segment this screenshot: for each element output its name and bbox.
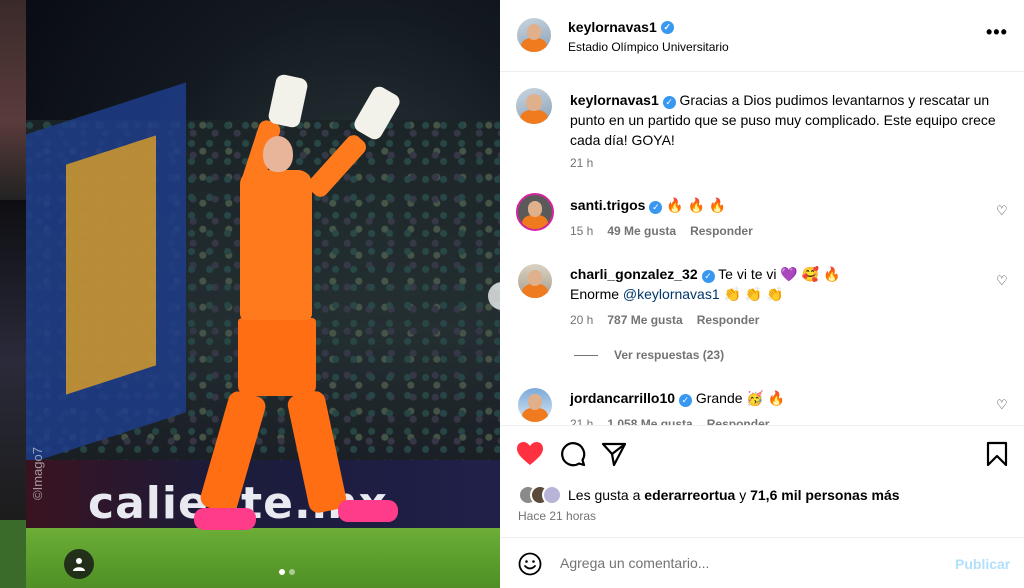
post-timestamp[interactable]: Hace 21 horas: [518, 509, 596, 523]
comment-item: santi.trigos ✓ 🔥 🔥 🔥: [570, 195, 1008, 215]
comment-text: Te vi te vi 💜 🥰 🔥: [718, 266, 841, 282]
comment-emojis: 👏 👏 👏: [723, 286, 784, 302]
heart-filled-icon[interactable]: [516, 441, 544, 467]
carousel-dot: [289, 569, 295, 575]
share-icon[interactable]: [601, 441, 627, 467]
background-post-fragment: [0, 0, 26, 200]
comment-username[interactable]: jordancarrillo10: [570, 390, 675, 406]
post-author: keylornavas1 ✓: [568, 19, 674, 35]
likes-count[interactable]: 71,6 mil personas más: [750, 487, 899, 503]
comment-item: jordancarrillo10 ✓ Grande 🥳 🔥: [570, 388, 1008, 408]
comment-text: 🔥 🔥 🔥: [666, 197, 727, 213]
comment-text-line2: Enorme: [570, 286, 620, 302]
caption-timestamp: 21 h: [570, 156, 594, 170]
post-photo[interactable]: caliente.mx ©Imago7 ›: [26, 0, 500, 588]
comment-meta: 15 h 49 Me gusta Responder: [570, 224, 753, 238]
comment-username[interactable]: santi.trigos: [570, 197, 645, 213]
author-username[interactable]: keylornavas1: [568, 19, 657, 35]
comment-like-icon[interactable]: ♡: [996, 273, 1008, 289]
comment-text: Grande 🥳 🔥: [695, 390, 786, 406]
comment-input[interactable]: Agrega un comentario...: [560, 555, 709, 571]
player-head: [263, 136, 293, 172]
avatar[interactable]: [518, 264, 552, 298]
verified-badge-icon: ✓: [649, 201, 663, 214]
carousel-indicator: [279, 569, 295, 575]
avatar[interactable]: [516, 88, 552, 124]
verified-badge-icon: ✓: [678, 394, 692, 407]
background-overlay: [0, 0, 26, 588]
caption-meta: 21 h: [570, 156, 593, 170]
player-leg: [285, 389, 349, 515]
photo-watermark: ©Imago7: [30, 447, 45, 500]
comment-like-icon[interactable]: ♡: [996, 203, 1008, 219]
comment-item: charli_gonzalez_32 ✓ Te vi te vi 💜 🥰 🔥 E…: [570, 264, 1008, 304]
comment-username[interactable]: charli_gonzalez_32: [570, 266, 698, 282]
player-boot: [338, 500, 398, 522]
background-post-fragment: [0, 200, 26, 520]
likes-user[interactable]: ederarreortua: [644, 487, 735, 503]
comment-likes[interactable]: 787 Me gusta: [607, 313, 682, 327]
player-shorts: [238, 318, 316, 396]
likes-mid: y: [739, 487, 747, 503]
replies-divider: [574, 354, 598, 356]
liker-avatar: [542, 485, 562, 505]
comment-icon[interactable]: [560, 441, 586, 467]
background-post-fragment: [0, 520, 26, 588]
likes-prefix: Les gusta a: [568, 487, 641, 503]
comment-like-icon[interactable]: ♡: [996, 397, 1008, 413]
comment-timestamp: 20 h: [570, 313, 594, 327]
player-leg: [198, 389, 268, 515]
player-jersey: [240, 170, 312, 320]
comment-timestamp: 15 h: [570, 224, 594, 238]
publish-button[interactable]: Publicar: [955, 556, 1010, 572]
comment-mention[interactable]: @keylornavas1: [623, 286, 720, 302]
more-options-icon[interactable]: •••: [986, 22, 1008, 43]
player-arm: [304, 131, 370, 201]
player-glove: [351, 83, 403, 143]
view-replies-label: Ver respuestas (23): [614, 348, 725, 362]
reply-button[interactable]: Responder: [690, 224, 753, 238]
post-location[interactable]: Estadio Olímpico Universitario: [568, 40, 729, 54]
verified-badge-icon: ✓: [701, 270, 715, 283]
player-glove: [267, 73, 309, 129]
photo-goalkeeper: [26, 0, 500, 588]
caption-username[interactable]: keylornavas1: [570, 92, 659, 108]
view-replies-button[interactable]: Ver respuestas (23): [574, 348, 724, 362]
carousel-dot-active: [279, 569, 285, 575]
bookmark-icon[interactable]: [986, 441, 1008, 467]
likes-summary: Les gusta a ederarreortua y 71,6 mil per…: [518, 485, 900, 505]
post-actions: Les gusta a ederarreortua y 71,6 mil per…: [500, 425, 1024, 537]
likes-text: Les gusta a ederarreortua y 71,6 mil per…: [568, 487, 900, 503]
avatar[interactable]: [516, 193, 554, 231]
post-header: keylornavas1 ✓ Estadio Olímpico Universi…: [500, 0, 1024, 72]
reply-button[interactable]: Responder: [697, 313, 760, 327]
emoji-icon[interactable]: [518, 552, 542, 576]
avatar[interactable]: [518, 388, 552, 422]
verified-badge-icon: ✓: [660, 20, 674, 34]
add-comment-bar: Agrega un comentario... Publicar: [500, 537, 1024, 588]
verified-badge-icon: ✓: [662, 96, 676, 109]
player-boot: [194, 508, 256, 530]
comment-likes[interactable]: 49 Me gusta: [607, 224, 676, 238]
post-details-panel: keylornavas1 ✓ Estadio Olímpico Universi…: [500, 0, 1024, 588]
post-caption: keylornavas1 ✓ Gracias a Dios pudimos le…: [570, 90, 1008, 150]
person-icon: [73, 558, 85, 571]
comment-meta: 20 h 787 Me gusta Responder: [570, 313, 759, 327]
tagged-people-button[interactable]: [64, 549, 94, 579]
avatar[interactable]: [517, 18, 551, 52]
